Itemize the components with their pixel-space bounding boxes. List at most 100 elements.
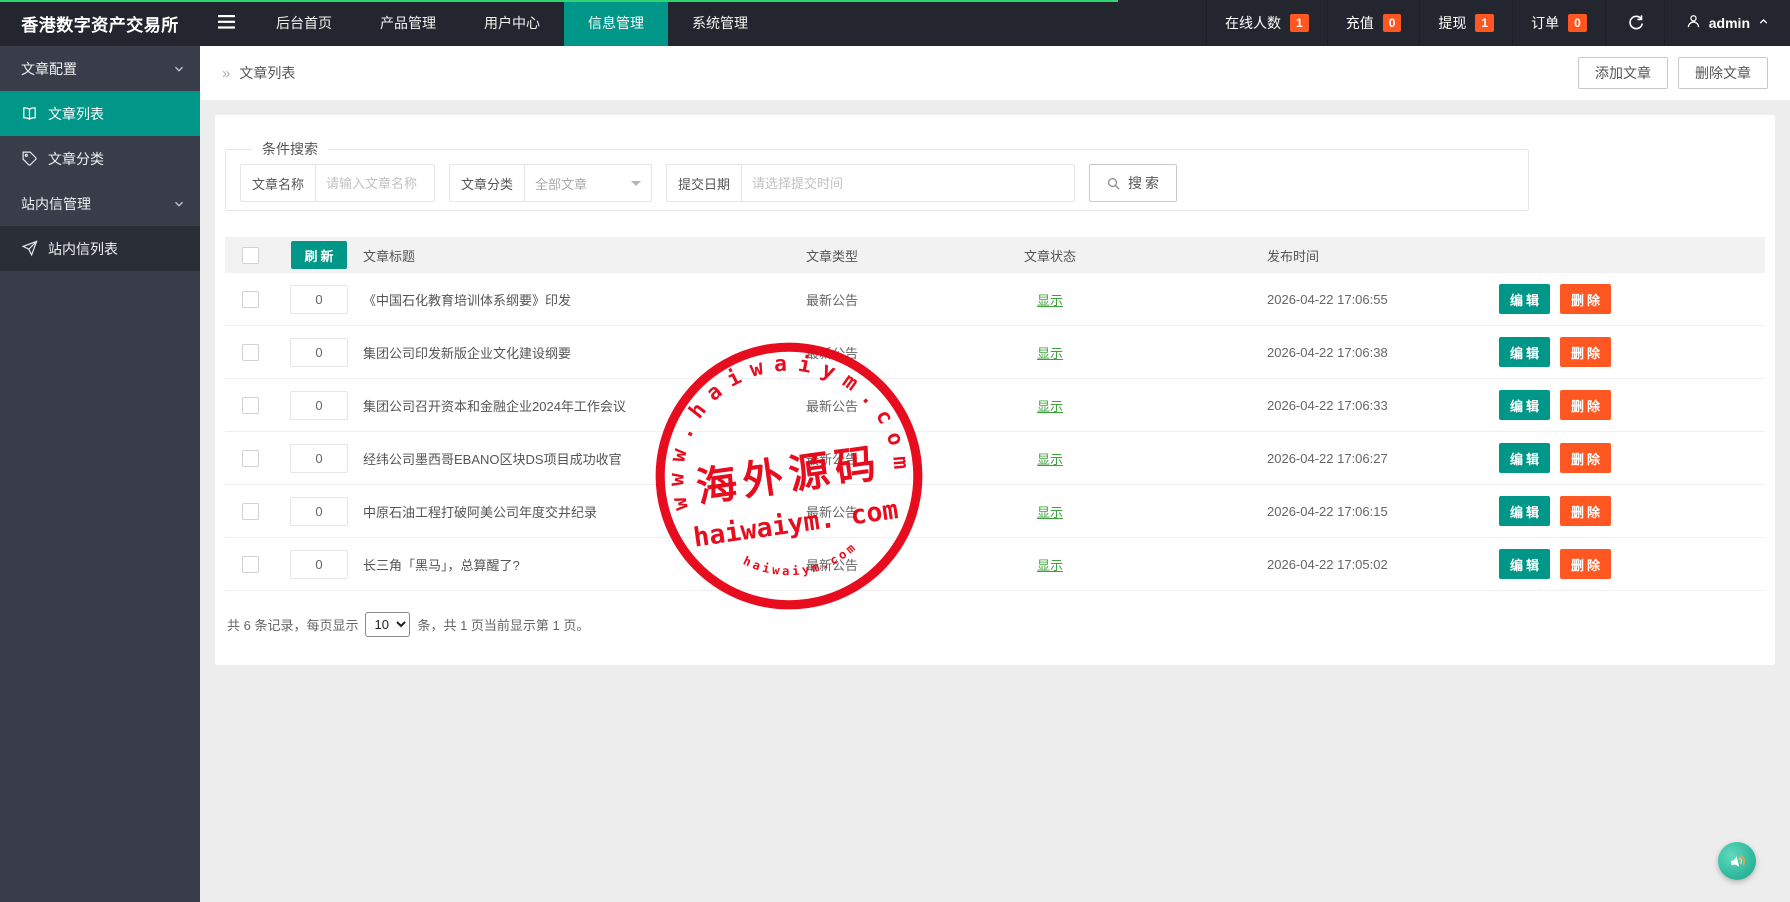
delete-button[interactable]: 删除 <box>1560 549 1611 579</box>
delete-button[interactable]: 删除 <box>1560 496 1611 526</box>
topnav-item-products[interactable]: 产品管理 <box>356 0 460 46</box>
publish-time: 2026-04-22 17:06:33 <box>1155 398 1465 413</box>
pagination-suffix: 条，共 1 页当前显示第 1 页。 <box>417 615 589 634</box>
sort-input[interactable] <box>290 550 348 579</box>
sidebar-group-label: 站内信管理 <box>21 194 91 214</box>
edit-button[interactable]: 编辑 <box>1499 337 1550 367</box>
sidebar: 文章配置 文章列表 文章分类 站内信管理 站内信列表 <box>0 46 200 902</box>
delete-article-button[interactable]: 删除文章 <box>1678 57 1768 89</box>
publish-time: 2026-04-22 17:06:55 <box>1155 292 1465 307</box>
page-size-select[interactable]: 10 <box>365 612 410 637</box>
sidebar-group-site-mail[interactable]: 站内信管理 <box>0 181 200 226</box>
refresh-button[interactable] <box>1605 0 1664 46</box>
stat-deposits[interactable]: 充值 0 <box>1327 0 1420 46</box>
sidebar-item-label: 站内信列表 <box>48 239 118 259</box>
search-panel: 条件搜索 文章名称 文章分类 全部文章 提交日期 <box>225 139 1529 211</box>
table-header-row: 刷新 文章标题 文章类型 文章状态 发布时间 <box>225 237 1765 273</box>
page-title: 文章列表 <box>239 63 295 83</box>
refresh-icon <box>1626 13 1644 34</box>
sort-input[interactable] <box>290 444 348 473</box>
article-type: 最新公告 <box>719 396 945 415</box>
sort-input[interactable] <box>290 338 348 367</box>
stat-badge: 0 <box>1383 14 1402 32</box>
page-actions: 添加文章 删除文章 <box>1578 57 1768 89</box>
sidebar-item-article-list[interactable]: 文章列表 <box>0 91 200 136</box>
stat-badge: 0 <box>1568 14 1587 32</box>
topnav-item-dashboard[interactable]: 后台首页 <box>252 0 356 46</box>
row-checkbox[interactable] <box>242 397 259 414</box>
article-title: 长三角「黑马」，总算醒了? <box>363 555 719 574</box>
sort-input[interactable] <box>290 391 348 420</box>
row-checkbox[interactable] <box>242 291 259 308</box>
article-type: 最新公告 <box>719 502 945 521</box>
edit-button[interactable]: 编辑 <box>1499 549 1550 579</box>
topnav-item-users[interactable]: 用户中心 <box>460 0 564 46</box>
stat-online-users[interactable]: 在线人数 1 <box>1206 0 1327 46</box>
sort-input[interactable] <box>290 285 348 314</box>
row-checkbox[interactable] <box>242 344 259 361</box>
edit-button[interactable]: 编辑 <box>1499 443 1550 473</box>
article-category-select[interactable]: 全部文章 <box>525 165 651 201</box>
article-name-input[interactable] <box>316 165 434 201</box>
stat-label: 在线人数 <box>1225 13 1281 33</box>
header-title: 文章标题 <box>363 246 719 265</box>
publish-time: 2026-04-22 17:06:15 <box>1155 504 1465 519</box>
sidebar-item-article-category[interactable]: 文章分类 <box>0 136 200 181</box>
sidebar-item-site-mail-list[interactable]: 站内信列表 <box>0 226 200 271</box>
breadcrumb-bar: » 文章列表 添加文章 删除文章 <box>200 46 1790 100</box>
topnav-item-information[interactable]: 信息管理 <box>564 0 668 46</box>
article-type: 最新公告 <box>719 555 945 574</box>
sidebar-group-label: 文章配置 <box>21 59 77 79</box>
search-legend: 条件搜索 <box>252 139 328 159</box>
menu-toggle-button[interactable] <box>200 0 252 46</box>
row-checkbox[interactable] <box>242 503 259 520</box>
table-row: 中原石油工程打破阿美公司年度交井纪录 最新公告 显示 2026-04-22 17… <box>225 485 1765 538</box>
table-row: 《中国石化教育培训体系纲要》印发 最新公告 显示 2026-04-22 17:0… <box>225 273 1765 326</box>
topnav-item-system[interactable]: 系统管理 <box>668 0 772 46</box>
stat-orders[interactable]: 订单 0 <box>1512 0 1605 46</box>
status-link[interactable]: 显示 <box>1037 293 1063 308</box>
row-checkbox[interactable] <box>242 450 259 467</box>
stat-label: 提现 <box>1438 13 1466 33</box>
edit-button[interactable]: 编辑 <box>1499 496 1550 526</box>
row-checkbox[interactable] <box>242 556 259 573</box>
topbar-right: 在线人数 1 充值 0 提现 1 订单 0 <box>1206 0 1790 46</box>
header-time: 发布时间 <box>1155 246 1465 265</box>
stat-withdrawals[interactable]: 提现 1 <box>1419 0 1512 46</box>
status-link[interactable]: 显示 <box>1037 452 1063 467</box>
article-name-label: 文章名称 <box>241 165 316 201</box>
sort-input[interactable] <box>290 497 348 526</box>
delete-button[interactable]: 删除 <box>1560 337 1611 367</box>
status-link[interactable]: 显示 <box>1037 399 1063 414</box>
delete-button[interactable]: 删除 <box>1560 284 1611 314</box>
status-link[interactable]: 显示 <box>1037 558 1063 573</box>
delete-button[interactable]: 删除 <box>1560 443 1611 473</box>
add-article-button[interactable]: 添加文章 <box>1578 57 1668 89</box>
edit-button[interactable]: 编辑 <box>1499 284 1550 314</box>
submit-date-input[interactable] <box>742 165 1074 201</box>
status-link[interactable]: 显示 <box>1037 505 1063 520</box>
article-table: 刷新 文章标题 文章类型 文章状态 发布时间 《中国石化教育培训体系纲要》印发 … <box>225 237 1765 591</box>
speaker-icon <box>1724 848 1749 873</box>
refresh-table-button[interactable]: 刷新 <box>291 241 346 269</box>
select-all-checkbox[interactable] <box>242 247 259 264</box>
status-link[interactable]: 显示 <box>1037 346 1063 361</box>
table-row: 经纬公司墨西哥EBANO区块DS项目成功收官 最新公告 显示 2026-04-2… <box>225 432 1765 485</box>
chevron-down-icon <box>172 197 186 211</box>
article-title: 中原石油工程打破阿美公司年度交井纪录 <box>363 502 719 521</box>
submit-date-group: 提交日期 <box>666 164 1075 202</box>
hamburger-icon <box>218 15 235 32</box>
delete-button[interactable]: 删除 <box>1560 390 1611 420</box>
topbar: 香港数字资产交易所 后台首页 产品管理 用户中心 信息管理 系统管理 在线人数 … <box>0 0 1790 46</box>
article-title: 经纬公司墨西哥EBANO区块DS项目成功收官 <box>363 449 719 468</box>
article-title: 《中国石化教育培训体系纲要》印发 <box>363 290 719 309</box>
pagination-prefix: 共 6 条记录，每页显示 <box>227 615 358 634</box>
sound-toggle-button[interactable] <box>1718 842 1756 880</box>
edit-button[interactable]: 编辑 <box>1499 390 1550 420</box>
user-menu[interactable]: admin <box>1664 0 1790 46</box>
search-button[interactable]: 搜索 <box>1089 164 1177 202</box>
header-status: 文章状态 <box>945 246 1155 265</box>
search-icon <box>1106 176 1121 191</box>
user-icon <box>1685 13 1702 33</box>
sidebar-group-article-config[interactable]: 文章配置 <box>0 46 200 91</box>
